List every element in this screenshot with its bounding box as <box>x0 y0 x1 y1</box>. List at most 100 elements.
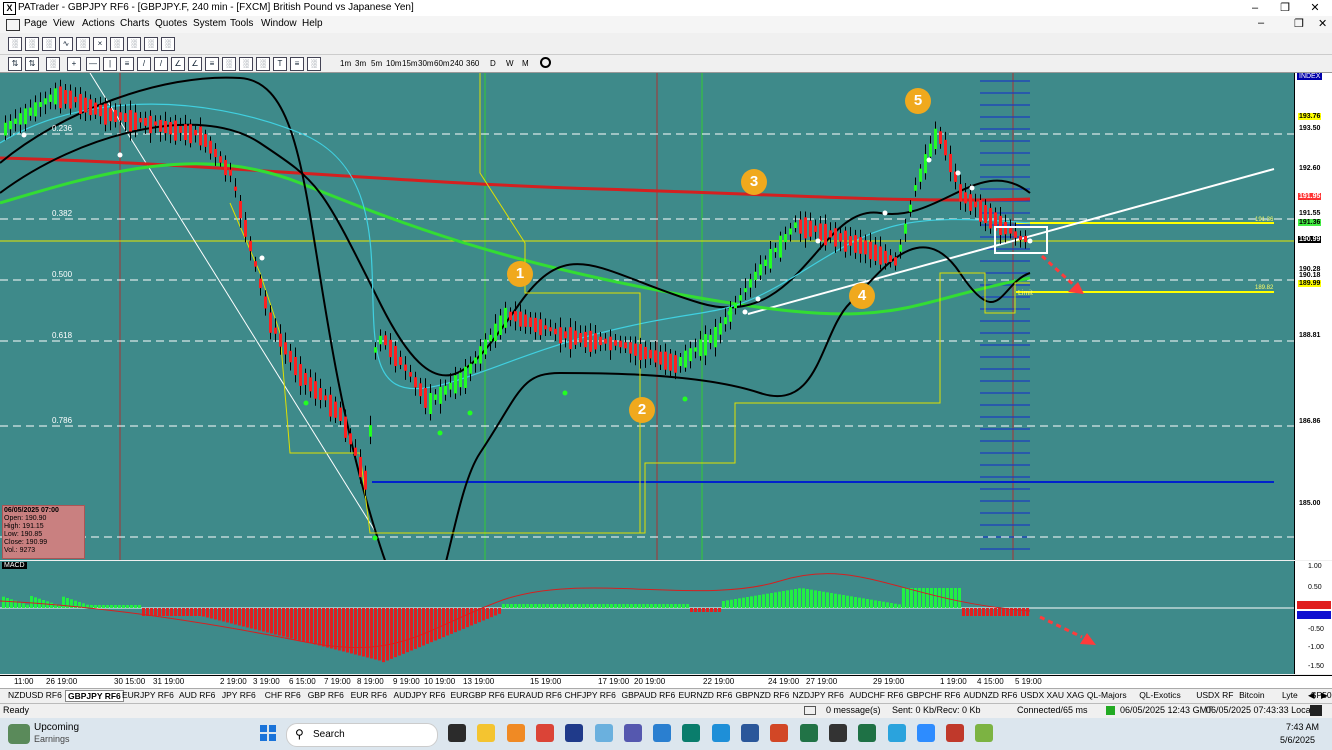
symbol-tab[interactable]: Lyte <box>1282 690 1298 700</box>
file-explorer-icon[interactable] <box>448 724 466 742</box>
photo-icon[interactable] <box>946 724 965 742</box>
crosshair-icon[interactable]: + <box>67 57 81 71</box>
tf-1m[interactable]: 1m <box>340 59 351 68</box>
menu-help[interactable]: Help <box>302 18 323 29</box>
symbol-tab[interactable]: AUDJPY RF6 <box>394 690 446 700</box>
tf-3m[interactable]: 3m <box>355 59 366 68</box>
cycle-icon[interactable]: ░ <box>239 57 253 71</box>
bar-chart-icon[interactable]: ░ <box>8 37 22 51</box>
symbol-tab[interactable]: EURNZD RF6 <box>679 690 733 700</box>
symbol-tab[interactable]: CHFJPY RF6 <box>565 690 616 700</box>
tf-60m[interactable]: 60m <box>434 59 450 68</box>
gann-icon[interactable]: ∠ <box>188 57 202 71</box>
clock-time[interactable]: 7:43 AM <box>1286 722 1319 732</box>
ohlc-chart-icon[interactable]: ░ <box>42 37 56 51</box>
tf-240[interactable]: 240 <box>450 59 463 68</box>
symbol-tab[interactable]: QL-Exotics <box>1139 690 1181 700</box>
symbol-tab[interactable]: GBPNZD RF6 <box>736 690 790 700</box>
symbol-tab[interactable]: NZDJPY RF6 <box>793 690 844 700</box>
telegram-icon[interactable] <box>887 724 906 742</box>
spreadsheet-icon[interactable] <box>858 724 877 742</box>
chat-icon[interactable] <box>975 724 994 742</box>
symbol-tab[interactable]: Bitcoin <box>1239 690 1265 700</box>
menu-page[interactable]: Page <box>24 18 47 29</box>
kagi-icon[interactable]: ░ <box>127 37 141 51</box>
tf-360[interactable]: 360 <box>466 59 479 68</box>
teams-icon[interactable] <box>623 724 642 742</box>
symbol-tab[interactable]: USDX RF <box>1196 690 1233 700</box>
close-icon[interactable]: ✕ <box>1300 0 1330 16</box>
mdi-restore-icon[interactable]: ❐ <box>1294 17 1304 30</box>
notepad-icon[interactable] <box>594 724 613 742</box>
macd-panel[interactable]: MACD <box>0 561 1294 674</box>
up-down-icon[interactable]: ⇅ <box>25 57 39 71</box>
excel-icon[interactable] <box>799 724 818 742</box>
menu-quotes[interactable]: Quotes <box>155 18 187 29</box>
tf-5m[interactable]: 5m <box>371 59 382 68</box>
tab-scroll-left-icon[interactable]: ◀ <box>1308 690 1315 701</box>
depth-icon[interactable]: ░ <box>161 37 175 51</box>
line-chart-icon[interactable]: ∿ <box>59 37 73 51</box>
histogram-icon[interactable]: ░ <box>144 37 158 51</box>
speed-lines-icon[interactable]: ░ <box>307 57 321 71</box>
renko-icon[interactable]: ░ <box>110 37 124 51</box>
hline-icon[interactable]: — <box>86 57 100 71</box>
search-box[interactable]: ⚲ Search <box>286 723 438 747</box>
skype-icon[interactable] <box>711 724 730 742</box>
symbol-tab[interactable]: GBPJPY RF6 <box>65 690 124 702</box>
area-chart-icon[interactable]: ░ <box>76 37 90 51</box>
tf-w[interactable]: W <box>506 59 514 68</box>
symbol-tab[interactable]: USDX XAU XAG <box>1021 690 1085 700</box>
menu-charts[interactable]: Charts <box>120 18 149 29</box>
indicator-icon[interactable]: ░ <box>46 57 60 71</box>
symbol-tab[interactable]: EURJPY RF6 <box>122 690 174 700</box>
calendar-icon[interactable] <box>828 724 847 742</box>
fib-time-icon[interactable]: ░ <box>256 57 270 71</box>
tf-10m[interactable]: 10m <box>386 59 402 68</box>
tab-scroll-right-icon[interactable]: ▶ <box>1321 690 1328 701</box>
patrader-icon[interactable] <box>565 724 584 742</box>
chart-icon[interactable] <box>6 19 20 31</box>
symbol-tab[interactable]: EURGBP RF6 <box>451 690 505 700</box>
ray-icon[interactable]: / <box>154 57 168 71</box>
menu-system[interactable]: System <box>193 18 226 29</box>
vline-icon[interactable]: | <box>103 57 117 71</box>
word-icon[interactable] <box>741 724 759 742</box>
tf-m[interactable]: M <box>522 59 529 68</box>
menu-view[interactable]: View <box>53 18 75 29</box>
mdi-minimize-icon[interactable]: – <box>1258 17 1264 29</box>
mdi-close-icon[interactable]: ✕ <box>1318 17 1327 30</box>
price-axis[interactable]: INDEX 193.76 193.50 192.60 191.95 191.55 191.… <box>1294 73 1332 560</box>
tf-15m[interactable]: 15m <box>402 59 418 68</box>
point-figure-icon[interactable]: × <box>93 37 107 51</box>
symbol-tab[interactable]: QL-Majors <box>1087 690 1127 700</box>
symbol-tab[interactable]: EURAUD RF6 <box>508 690 562 700</box>
clock-icon[interactable] <box>540 57 551 68</box>
tf-30m[interactable]: 30m <box>418 59 434 68</box>
symbol-tab[interactable]: GBPCHF RF6 <box>907 690 961 700</box>
weather-title[interactable]: Upcoming <box>34 722 79 733</box>
zoom-icon[interactable] <box>916 724 935 742</box>
weather-icon[interactable] <box>8 724 30 744</box>
candle-chart-icon[interactable]: ░ <box>25 37 39 51</box>
vscode-icon[interactable] <box>653 724 672 742</box>
symbol-tab[interactable]: CHF RF6 <box>265 690 301 700</box>
symbol-tab[interactable]: NZDUSD RF6 <box>8 690 62 700</box>
channel-icon[interactable]: ≡ <box>120 57 134 71</box>
symbol-tab[interactable]: JPY RF6 <box>222 690 256 700</box>
weather-subtitle[interactable]: Earnings <box>34 734 70 744</box>
symbol-tab[interactable]: AUD RF6 <box>179 690 215 700</box>
powerpoint-icon[interactable] <box>770 724 789 742</box>
menu-actions[interactable]: Actions <box>82 18 115 29</box>
folder-icon[interactable] <box>477 724 496 742</box>
trendline-icon[interactable]: / <box>137 57 151 71</box>
symbol-tab[interactable]: AUDCHF RF6 <box>850 690 904 700</box>
text-tool-icon[interactable]: T <box>273 57 287 71</box>
fib-ext-icon[interactable]: ≡ <box>290 57 304 71</box>
windows-start-icon[interactable] <box>260 725 276 741</box>
menu-window[interactable]: Window <box>261 18 297 29</box>
price-chart[interactable]: 0.2360.3820.5000.6180.7861.000 12345 Lim… <box>0 73 1294 560</box>
edge-icon[interactable] <box>682 724 701 742</box>
maximize-icon[interactable]: ❐ <box>1270 0 1300 16</box>
symbol-tab[interactable]: GBPAUD RF6 <box>622 690 676 700</box>
